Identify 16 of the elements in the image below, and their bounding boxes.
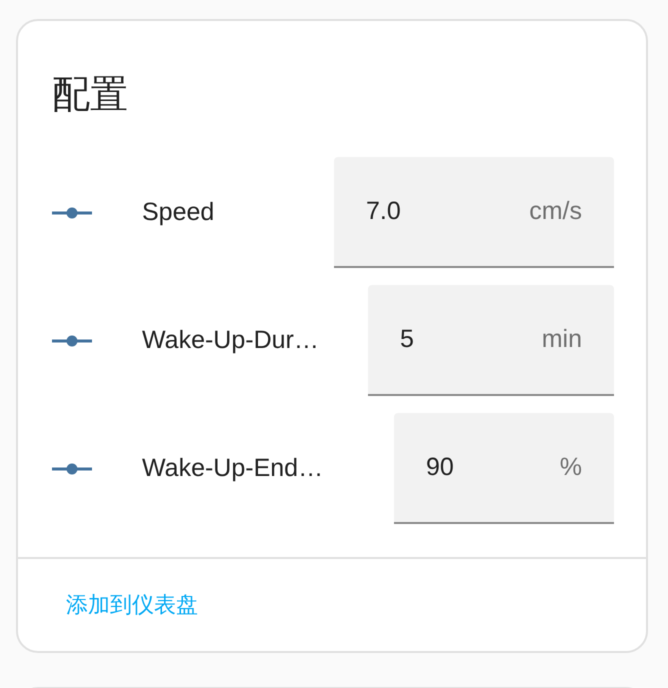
slider-dot-icon — [52, 334, 92, 346]
input-value: 5 — [400, 325, 414, 354]
input-value: 7.0 — [366, 197, 401, 226]
number-input-field[interactable]: 7.0 cm/s — [334, 157, 614, 268]
unit-label: % — [560, 453, 582, 482]
slider-dot-icon — [52, 462, 92, 474]
input-value: 90 — [426, 453, 454, 482]
entity-name: Wake-Up-End… — [142, 454, 324, 483]
card-title: 配置 — [51, 71, 129, 118]
entity-name: Wake-Up-Dur… — [142, 326, 320, 355]
number-input-field[interactable]: 5 min — [368, 285, 614, 396]
entity-name: Speed — [142, 198, 216, 227]
unit-label: cm/s — [529, 197, 582, 226]
unit-label: min — [542, 325, 582, 354]
slider-dot-icon — [52, 206, 92, 218]
number-input-field[interactable]: 90 % — [394, 413, 614, 524]
